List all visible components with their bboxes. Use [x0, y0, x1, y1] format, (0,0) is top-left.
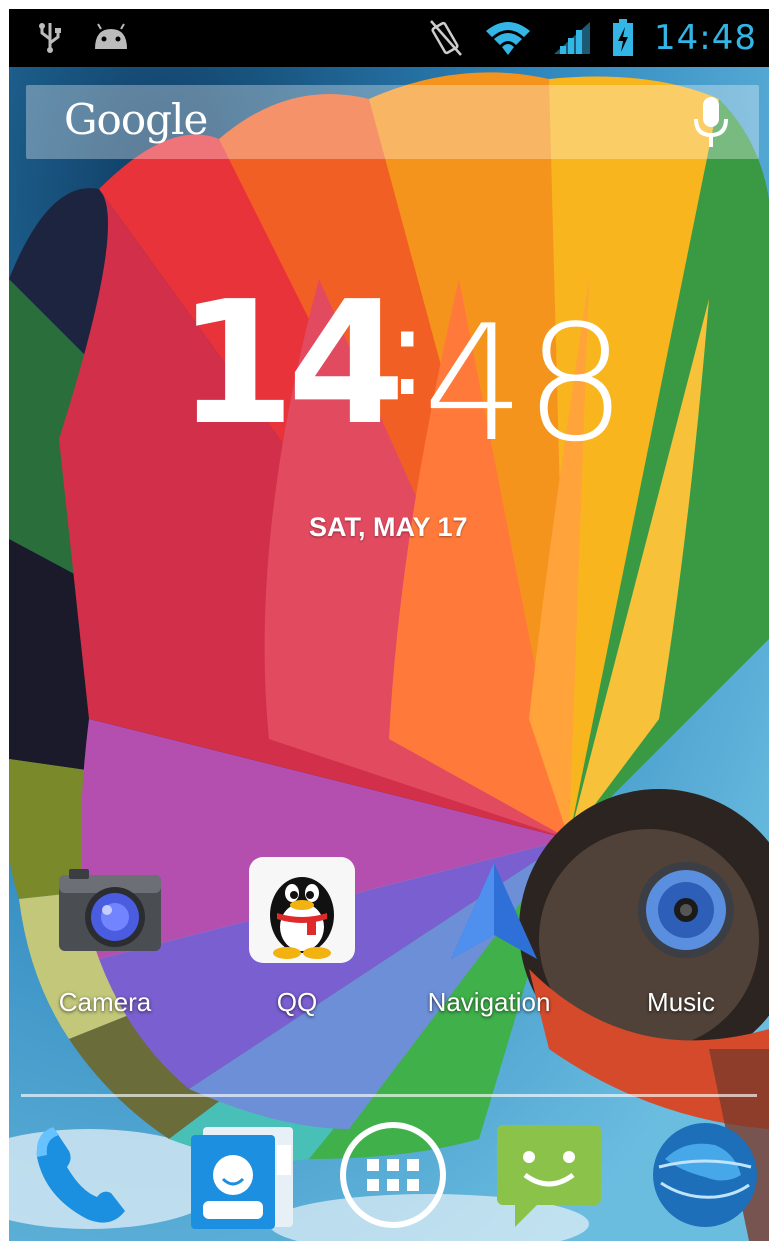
qq-penguin-icon[interactable] — [247, 855, 357, 965]
home-screen: 14:48 Google 14 : 48 SAT, MAY 17 Camera — [9, 9, 769, 1241]
google-search-bar[interactable]: Google — [26, 85, 759, 159]
clock-date[interactable]: SAT, MAY 17 — [309, 512, 468, 543]
navigation-arrow-icon[interactable] — [439, 855, 549, 965]
app-label-camera: Camera — [58, 987, 152, 1017]
app-drawer-icon[interactable] — [333, 1119, 453, 1231]
clock-hours[interactable]: 14 — [177, 279, 406, 449]
status-time: 14:48 — [654, 18, 757, 58]
camera-icon[interactable] — [55, 855, 165, 965]
app-label-qq: QQ — [276, 987, 318, 1017]
browser-globe-icon[interactable] — [645, 1119, 765, 1231]
microphone-icon[interactable] — [691, 95, 731, 151]
vibrate-icon — [430, 20, 462, 56]
wifi-icon — [486, 22, 531, 55]
usb-icon — [39, 23, 61, 53]
phone-icon[interactable] — [25, 1119, 145, 1231]
signal-icon — [554, 22, 591, 54]
wallpaper-hot-air-balloon — [9, 9, 769, 1241]
contacts-icon[interactable] — [185, 1119, 305, 1231]
speaker-icon[interactable] — [631, 855, 741, 965]
clock-separator: : — [387, 284, 428, 423]
app-label-navigation: Navigation — [427, 987, 551, 1017]
dock-divider — [21, 1094, 757, 1097]
google-logo[interactable]: Google — [64, 95, 208, 144]
battery-charging-icon — [613, 19, 634, 56]
clock-minutes[interactable]: 48 — [423, 304, 627, 464]
android-debug-icon — [95, 23, 127, 49]
messaging-icon[interactable] — [491, 1119, 611, 1231]
status-bar: 14:48 — [9, 9, 769, 67]
app-label-music: Music — [647, 987, 715, 1017]
